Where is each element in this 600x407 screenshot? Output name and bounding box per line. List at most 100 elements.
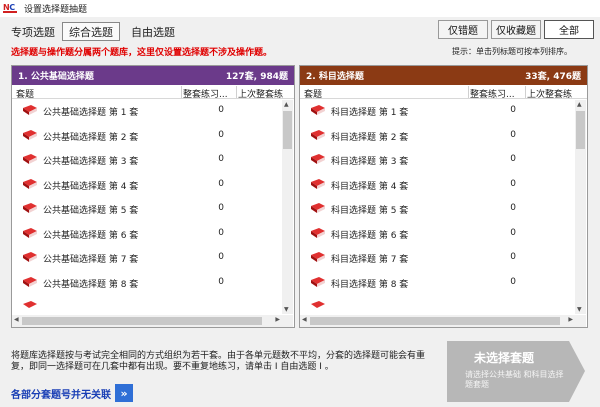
list-item[interactable]: 科目选择题 第 3 套 0 (300, 149, 575, 174)
red-book-icon (311, 105, 325, 115)
set-name: 公共基础选择题 第 5 套 (43, 206, 139, 216)
vertical-scrollbar[interactable]: ▲ ▼ (282, 100, 293, 314)
list-item[interactable]: 公共基础选择题 第 1 套 0 (12, 100, 282, 125)
red-book-icon (311, 178, 325, 189)
set-name: 公共基础选择题 第 3 套 (43, 157, 139, 167)
red-book-icon (23, 129, 37, 140)
set-name: 公共基础选择题 第 1 套 (43, 108, 139, 118)
set-name: 科目选择题 第 5 套 (331, 206, 409, 216)
panel-header: 2. 科目选择题 33套, 476题 (300, 66, 587, 85)
start-button-subtitle: 请选择公共基础 和科目选择题套题 (465, 370, 564, 389)
double-chevron-icon[interactable]: » (115, 384, 133, 402)
practice-count: 0 (510, 129, 516, 140)
set-name: 科目选择题 第 1 套 (331, 108, 409, 118)
red-book-icon (311, 154, 325, 164)
practice-count: 0 (510, 105, 516, 115)
set-name: 科目选择题 第 6 套 (331, 230, 409, 241)
warning-text: 选择题与操作题分属两个题库，这里仅设置选择题不涉及操作题。 (11, 48, 273, 58)
list-item[interactable]: 科目选择题 第 2 套 0 (300, 125, 575, 150)
list-item[interactable]: 公共基础选择题 第 2 套 0 (12, 125, 282, 150)
set-name: 科目选择题 第 2 套 (331, 132, 409, 143)
public-basics-panel: 1. 公共基础选择题 127套, 984题 套题 整套练习... 上次整套练 公… (11, 65, 295, 328)
list-item[interactable]: 公共基础选择题 第 7 套 0 (12, 247, 282, 272)
set-name: 科目选择题 第 8 套 (331, 279, 409, 290)
red-book-icon (23, 252, 37, 262)
set-number-link[interactable]: 各部分套题号并无关联 (11, 386, 111, 401)
list-item[interactable]: 科目选择题 第 6 套 0 (300, 223, 575, 248)
tab-free[interactable]: 自由选题 (124, 22, 182, 41)
set-number-link-row: 各部分套题号并无关联 » (11, 384, 133, 402)
practice-count: 0 (510, 203, 516, 213)
panel-summary: 33套, 476题 (525, 72, 581, 82)
vertical-scrollbar[interactable]: ▲ ▼ (575, 100, 586, 314)
set-name: 科目选择题 第 4 套 (331, 181, 409, 192)
app-logo-icon: NC (3, 2, 23, 16)
list-item[interactable]: 公共基础选择题 第 6 套 0 (12, 223, 282, 248)
column-header-row: 套题 整套练习... 上次整套练 (300, 85, 587, 100)
practice-count: 0 (218, 178, 224, 189)
start-practice-button[interactable]: 未选择套题 请选择公共基础 和科目选择题套题 (447, 341, 585, 402)
window-title: 设置选择题抽题 (24, 5, 88, 15)
column-name[interactable]: 套题 (16, 87, 34, 100)
list-item[interactable]: 科目选择题 第 7 套 0 (300, 247, 575, 272)
horizontal-scrollbar[interactable]: ◀ ▶ (12, 315, 282, 327)
practice-count: 0 (218, 154, 224, 164)
red-book-icon (311, 203, 325, 213)
panel-summary: 127套, 984题 (225, 72, 288, 82)
all-button[interactable]: 全部 (544, 20, 594, 39)
column-practice[interactable]: 整套练习... (470, 87, 515, 100)
question-set-list: 科目选择题 第 1 套 0 科目选择题 第 2 套 0 科目选择题 第 3 套 0 科目选择… (300, 100, 575, 314)
practice-count: 0 (218, 252, 224, 262)
column-name[interactable]: 套题 (304, 87, 322, 100)
sort-hint: 提示：单击列标题可按本列排序。 (452, 47, 572, 56)
list-item[interactable]: 公共基础选择题 第 5 套 0 (12, 198, 282, 223)
red-book-icon (311, 227, 325, 238)
column-last[interactable]: 上次整套练 (238, 87, 283, 100)
red-book-icon (23, 301, 37, 308)
red-book-icon (23, 105, 37, 115)
list-item[interactable]: 科目选择题 第 1 套 0 (300, 100, 575, 125)
tab-special[interactable]: 专项选题 (6, 22, 60, 41)
list-item[interactable]: 公共基础选择题 第 8 套 0 (12, 272, 282, 297)
column-header-row: 套题 整套练习... 上次整套练 (12, 85, 294, 100)
horizontal-scrollbar[interactable]: ◀ ▶ (300, 315, 575, 327)
red-book-icon (311, 276, 325, 287)
list-item[interactable]: 公共基础选择题 第 3 套 0 (12, 149, 282, 174)
practice-count: 0 (510, 276, 516, 287)
red-book-icon (23, 276, 37, 287)
practice-count: 0 (510, 227, 516, 238)
red-book-icon (23, 154, 37, 164)
set-name: 公共基础选择题 第 2 套 (43, 132, 139, 143)
set-name: 公共基础选择题 第 7 套 (43, 255, 139, 265)
list-item[interactable]: 公共基础选择题 第 4 套 0 (12, 174, 282, 199)
practice-count: 0 (218, 227, 224, 238)
list-item[interactable]: 科目选择题 第 8 套 0 (300, 272, 575, 297)
practice-count: 0 (510, 154, 516, 164)
red-book-icon (311, 301, 325, 308)
title-bar: NC 设置选择题抽题 (0, 0, 600, 17)
column-practice[interactable]: 整套练习... (183, 87, 228, 100)
practice-count: 0 (218, 276, 224, 287)
set-name: 公共基础选择题 第 8 套 (43, 279, 139, 290)
set-name: 公共基础选择题 第 6 套 (43, 230, 139, 241)
red-book-icon (311, 129, 325, 140)
red-book-icon (311, 252, 325, 262)
practice-count: 0 (510, 178, 516, 189)
set-name: 公共基础选择题 第 4 套 (43, 181, 139, 192)
wrong-only-button[interactable]: 仅错题 (438, 20, 488, 39)
red-book-icon (23, 178, 37, 189)
red-book-icon (23, 203, 37, 213)
panel-title: 1. 公共基础选择题 (18, 72, 94, 82)
description-text: 将题库选择题按与考试完全相同的方式组织为若干套。由于各单元题数不平均，分套的选择… (11, 351, 426, 372)
question-set-list: 公共基础选择题 第 1 套 0 公共基础选择题 第 2 套 0 公共基础选择题 第 3 … (12, 100, 282, 314)
list-item[interactable]: 科目选择题 第 4 套 0 (300, 174, 575, 199)
panel-title: 2. 科目选择题 (306, 72, 364, 82)
practice-count: 0 (218, 105, 224, 115)
tab-comprehensive[interactable]: 综合选题 (62, 22, 120, 41)
favorites-only-button[interactable]: 仅收藏题 (491, 20, 541, 39)
set-name: 科目选择题 第 3 套 (331, 157, 409, 167)
subject-panel: 2. 科目选择题 33套, 476题 套题 整套练习... 上次整套练 科目选择… (299, 65, 588, 328)
list-item[interactable]: 科目选择题 第 5 套 0 (300, 198, 575, 223)
list-item-partial (300, 296, 575, 314)
column-last[interactable]: 上次整套练 (527, 87, 572, 100)
